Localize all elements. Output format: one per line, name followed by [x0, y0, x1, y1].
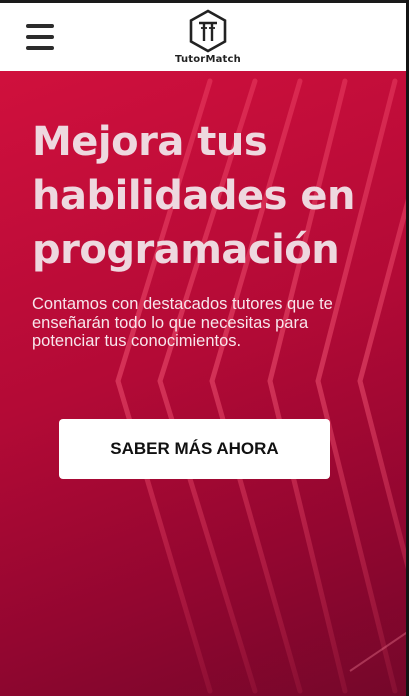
hero-subtitle: Contamos con destacados tutores que te e…: [32, 295, 333, 350]
hamburger-menu-icon[interactable]: [26, 24, 54, 50]
menu-bar: [26, 46, 54, 50]
logo-text: TutorMatch: [175, 54, 241, 65]
site-header: TutorMatch: [0, 3, 409, 71]
tutormatch-hexagon-logo-icon: [189, 9, 227, 53]
logo-link[interactable]: TutorMatch: [168, 9, 248, 69]
hero-section: Mejora tus habilidades en programación C…: [0, 71, 409, 696]
app-screen: TutorMatch Mejora tus habilidades en pro…: [0, 0, 409, 696]
saber-mas-button[interactable]: SABER MÁS AHORA: [59, 419, 330, 479]
menu-bar: [26, 35, 54, 39]
menu-bar: [26, 24, 54, 28]
hero-title: Mejora tus habilidades en programación: [32, 119, 355, 273]
